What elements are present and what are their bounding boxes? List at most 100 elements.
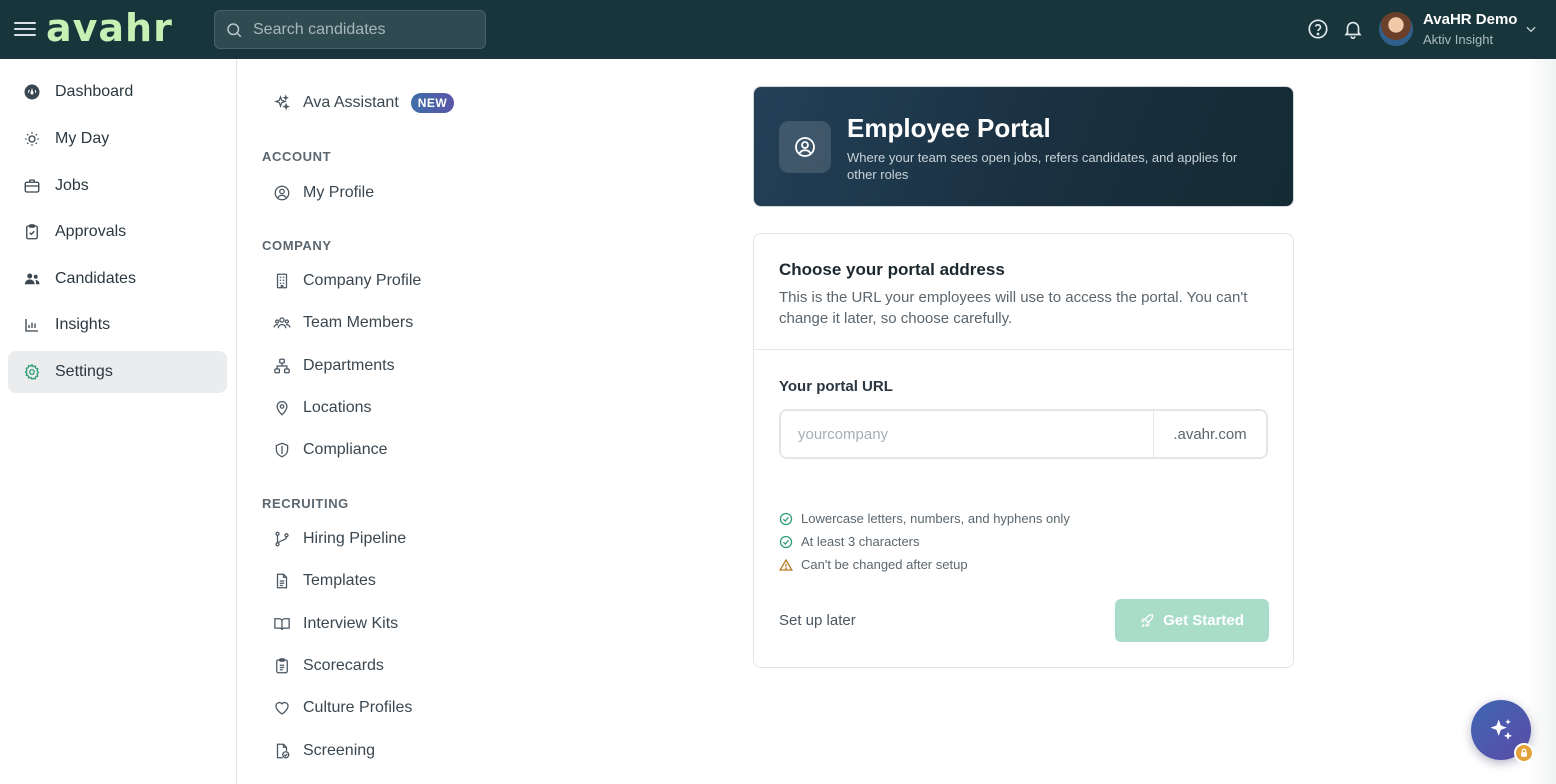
new-badge: NEW bbox=[410, 93, 455, 113]
sidebar-item-label: Settings bbox=[55, 363, 113, 380]
settings-item-templates[interactable]: Templates bbox=[273, 567, 376, 595]
chevron-down-icon[interactable] bbox=[1524, 22, 1538, 36]
settings-item-label: Scorecards bbox=[303, 657, 384, 674]
user-circle-icon bbox=[274, 185, 290, 201]
settings-item-ava-assistant[interactable]: Ava Assistant NEW bbox=[273, 89, 455, 117]
section-heading-account: ACCOUNT bbox=[262, 149, 332, 164]
card-title: Choose your portal address bbox=[779, 260, 1005, 279]
validation-rule-text: Lowercase letters, numbers, and hyphens … bbox=[801, 511, 1070, 526]
settings-item-label: Culture Profiles bbox=[303, 699, 413, 716]
settings-item-label: Compliance bbox=[303, 441, 388, 458]
sparkle-icon bbox=[1490, 718, 1513, 740]
section-heading-company: COMPANY bbox=[262, 238, 332, 253]
search-box[interactable] bbox=[214, 10, 486, 49]
right-edge-shade bbox=[1526, 59, 1556, 784]
sidebar: Dashboard My Day Jobs Approvals Candidat… bbox=[0, 59, 237, 784]
check-circle-icon bbox=[779, 512, 793, 525]
portal-url-input[interactable] bbox=[781, 411, 1153, 457]
validation-rule: Lowercase letters, numbers, and hyphens … bbox=[779, 511, 1070, 526]
settings-item-label: Ava Assistant bbox=[303, 94, 399, 111]
search-input[interactable] bbox=[253, 20, 473, 39]
get-started-label: Get Started bbox=[1163, 612, 1244, 629]
sidebar-item-label: Dashboard bbox=[55, 83, 134, 100]
dashboard-icon bbox=[24, 84, 40, 100]
validation-rule-text: Can't be changed after setup bbox=[801, 557, 968, 572]
settings-item-label: My Profile bbox=[303, 184, 375, 201]
settings-nav: Ava Assistant NEW ACCOUNT My Profile COM… bbox=[237, 59, 737, 784]
sidebar-item-settings[interactable]: Settings bbox=[8, 351, 227, 393]
portal-url-label: Your portal URL bbox=[779, 378, 893, 395]
sidebar-item-dashboard[interactable]: Dashboard bbox=[8, 71, 227, 113]
clipboard-list-icon bbox=[276, 658, 288, 674]
portal-address-card: Choose your portal address This is the U… bbox=[753, 233, 1294, 668]
portal-icon-box bbox=[779, 121, 831, 173]
avatar[interactable] bbox=[1379, 12, 1413, 46]
sidebar-item-label: Candidates bbox=[55, 270, 136, 287]
portal-url-group: .avahr.com bbox=[779, 409, 1268, 459]
sidebar-item-candidates[interactable]: Candidates bbox=[8, 258, 227, 300]
building-icon bbox=[276, 273, 288, 289]
get-started-button[interactable]: Get Started bbox=[1115, 599, 1269, 642]
section-heading-recruiting: RECRUITING bbox=[262, 496, 349, 511]
settings-item-screening[interactable]: Screening bbox=[273, 737, 375, 765]
sidebar-item-approvals[interactable]: Approvals bbox=[8, 211, 227, 253]
settings-item-culture-profiles[interactable]: Culture Profiles bbox=[273, 694, 412, 722]
settings-item-locations[interactable]: Locations bbox=[273, 394, 372, 422]
sidebar-item-label: My Day bbox=[55, 130, 110, 147]
git-branch-icon bbox=[275, 531, 289, 547]
settings-item-company-profile[interactable]: Company Profile bbox=[273, 267, 421, 295]
portal-url-suffix: .avahr.com bbox=[1153, 411, 1266, 457]
user-name[interactable]: AvaHR Demo bbox=[1423, 11, 1517, 28]
settings-item-team-members[interactable]: Team Members bbox=[273, 309, 413, 337]
card-description: This is the URL your employees will use … bbox=[779, 289, 1248, 327]
sidebar-item-jobs[interactable]: Jobs bbox=[8, 165, 227, 207]
settings-item-hiring-pipeline[interactable]: Hiring Pipeline bbox=[273, 525, 406, 553]
book-open-icon bbox=[274, 618, 290, 631]
settings-item-my-profile[interactable]: My Profile bbox=[273, 179, 374, 207]
document-icon bbox=[276, 573, 288, 589]
validation-rule: At least 3 characters bbox=[779, 534, 920, 549]
settings-item-label: Locations bbox=[303, 399, 372, 416]
help-icon[interactable] bbox=[1307, 18, 1329, 40]
sidebar-item-my-day[interactable]: My Day bbox=[8, 118, 227, 160]
search-icon bbox=[227, 22, 242, 37]
bar-chart-icon bbox=[25, 319, 38, 332]
bell-icon[interactable] bbox=[1342, 18, 1364, 40]
team-icon bbox=[273, 317, 291, 329]
settings-item-label: Screening bbox=[303, 742, 376, 759]
settings-item-label: Company Profile bbox=[303, 272, 422, 289]
heart-icon bbox=[275, 701, 289, 715]
settings-item-compliance[interactable]: Compliance bbox=[273, 436, 387, 464]
settings-item-label: Interview Kits bbox=[303, 615, 399, 632]
app-logo[interactable]: avahr bbox=[46, 6, 173, 50]
org-chart-icon bbox=[274, 358, 290, 374]
settings-item-label: Hiring Pipeline bbox=[303, 530, 407, 547]
top-bar: avahr AvaHR Demo Aktiv Insight bbox=[0, 0, 1556, 59]
sparkle-icon bbox=[274, 94, 290, 111]
validation-rule-text: At least 3 characters bbox=[801, 534, 920, 549]
gear-icon bbox=[24, 363, 40, 381]
user-circle-icon bbox=[795, 137, 815, 157]
settings-item-label: Templates bbox=[303, 572, 376, 589]
settings-item-label: Team Members bbox=[303, 314, 414, 331]
sidebar-item-insights[interactable]: Insights bbox=[8, 304, 227, 346]
sidebar-item-label: Insights bbox=[55, 316, 111, 333]
page-title: Employee Portal bbox=[847, 113, 1051, 143]
settings-item-interview-kits[interactable]: Interview Kits bbox=[273, 610, 398, 638]
lock-icon bbox=[1514, 743, 1534, 763]
portal-hero-banner: Employee Portal Where your team sees ope… bbox=[753, 86, 1294, 207]
briefcase-icon bbox=[24, 179, 40, 193]
settings-item-scorecards[interactable]: Scorecards bbox=[273, 652, 384, 680]
file-check-icon bbox=[276, 743, 290, 759]
warning-icon bbox=[779, 558, 793, 571]
sidebar-item-label: Approvals bbox=[55, 223, 127, 240]
divider bbox=[754, 349, 1293, 350]
set-up-later-link[interactable]: Set up later bbox=[779, 612, 856, 629]
map-pin-icon bbox=[276, 401, 288, 416]
settings-item-label: Departments bbox=[303, 357, 395, 374]
menu-icon[interactable] bbox=[14, 18, 36, 40]
page-subtitle: Where your team sees open jobs, refers c… bbox=[847, 150, 1238, 182]
users-icon bbox=[24, 273, 40, 285]
clipboard-check-icon bbox=[26, 224, 38, 240]
settings-item-departments[interactable]: Departments bbox=[273, 352, 395, 380]
